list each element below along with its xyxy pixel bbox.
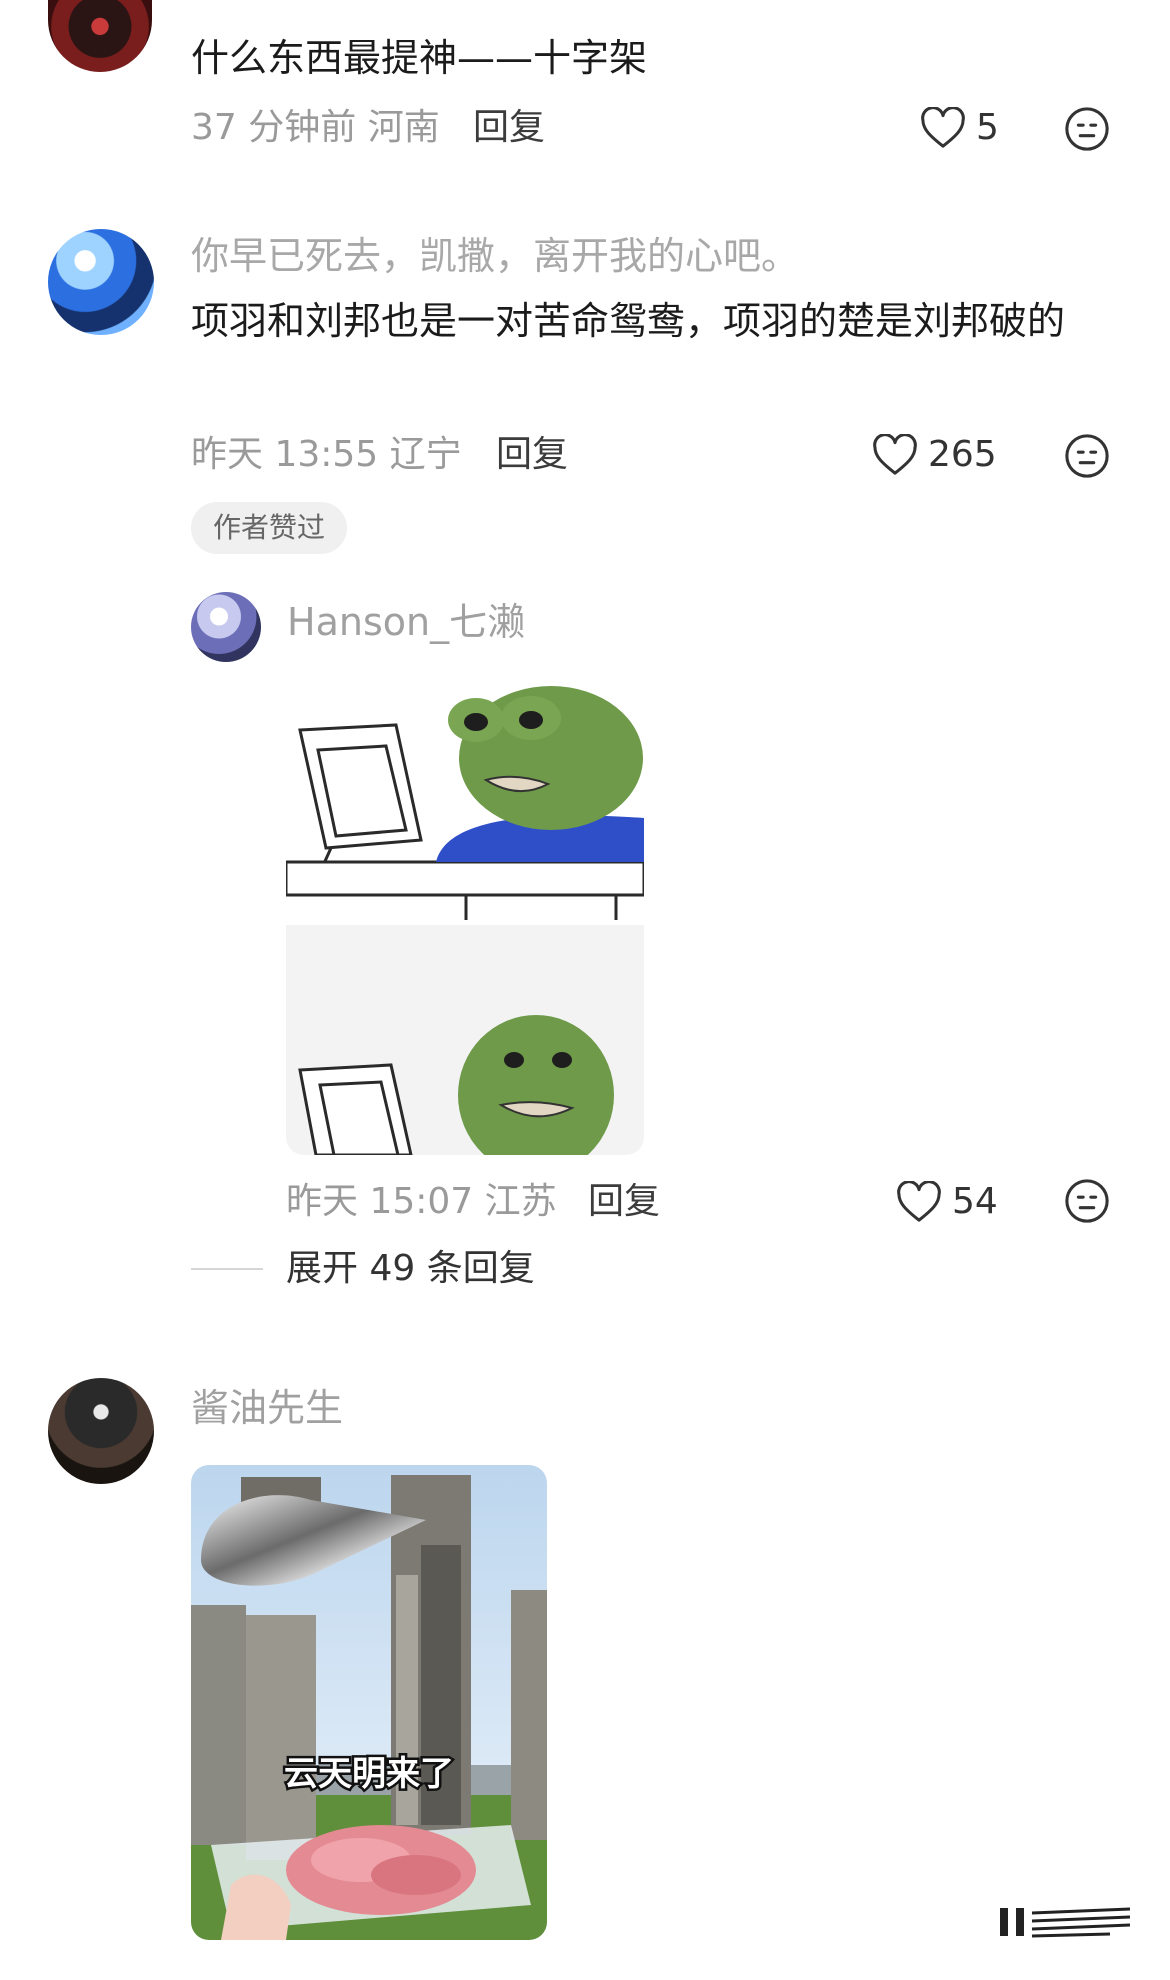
comment-meta: 37 分钟前 河南 (191, 104, 440, 152)
avatar[interactable] (191, 592, 261, 662)
emoji-reaction-icon[interactable] (1064, 1178, 1110, 1224)
comment-text: 项羽和刘邦也是一对苦命鸳鸯，项羽的楚是刘邦破的 (191, 299, 1066, 343)
reply-meta: 昨天 15:07 江苏 (286, 1178, 557, 1226)
reply-time: 昨天 15:07 (286, 1181, 474, 1222)
meme-image[interactable] (286, 680, 644, 1155)
menu-lines-icon[interactable] (1000, 1905, 1136, 1939)
like-button[interactable]: 5 (920, 104, 999, 152)
author-liked-tag: 作者赞过 (191, 502, 348, 554)
quoted-text: 你早已死去，凯撒，离开我的心吧。 (191, 234, 800, 278)
expand-replies-button[interactable]: 展开 49 条回复 (286, 1245, 535, 1293)
reply-location: 江苏 (484, 1181, 557, 1222)
emoji-reaction-icon[interactable] (1064, 433, 1110, 479)
divider (191, 1268, 263, 1270)
image-caption: 云天明来了 (284, 1754, 454, 1794)
username[interactable]: 酱油先生 (191, 1383, 343, 1433)
comment-location: 河南 (367, 107, 440, 148)
reply-button[interactable]: 回复 (588, 1178, 660, 1226)
heart-outline-icon (921, 107, 965, 148)
like-count: 265 (928, 434, 997, 475)
like-count: 54 (952, 1181, 998, 1222)
comment-text: 什么东西最提神——十字架 (191, 36, 648, 80)
reply-button[interactable]: 回复 (473, 104, 545, 152)
username[interactable]: Hanson_七濑 (287, 597, 525, 647)
pepe-meme-drawing (286, 680, 644, 1155)
like-count: 5 (976, 107, 999, 148)
comment-location: 辽宁 (389, 434, 462, 475)
comment-time: 昨天 13:55 (191, 434, 379, 475)
comment-image[interactable]: 云天明来了 (191, 1465, 547, 1940)
emoji-reaction-icon[interactable] (1064, 106, 1110, 152)
avatar[interactable] (48, 0, 152, 72)
heart-outline-icon (897, 1181, 941, 1222)
avatar[interactable] (48, 229, 154, 335)
heart-outline-icon (873, 434, 917, 475)
monument-photo-drawing: 云天明来了 (191, 1465, 547, 1940)
like-button[interactable]: 54 (896, 1178, 998, 1226)
comment-meta: 昨天 13:55 辽宁 (191, 431, 462, 479)
like-button[interactable]: 265 (872, 431, 997, 479)
avatar[interactable] (48, 1378, 154, 1484)
comment-time: 37 分钟前 (191, 107, 357, 148)
reply-button[interactable]: 回复 (496, 431, 568, 479)
